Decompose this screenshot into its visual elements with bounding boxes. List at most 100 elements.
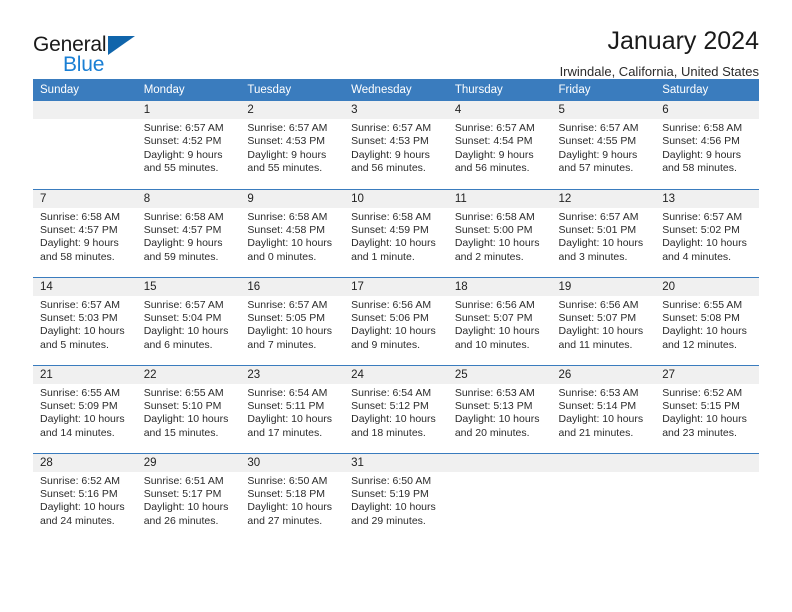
daylight-text: Daylight: 10 hours and 20 minutes. <box>454 413 540 439</box>
day-number: 23 <box>240 365 345 384</box>
brand-logo[interactable]: General Blue <box>33 26 153 76</box>
day-number: 8 <box>136 189 241 208</box>
day-number: 12 <box>551 189 656 208</box>
day-details: Sunrise: 6:58 AM Sunset: 5:00 PM Daylight:… <box>448 208 552 265</box>
calendar-day-cell[interactable]: 30 Sunrise: 6:50 AM Sunset: 5:18 PM Dayligh… <box>240 452 345 541</box>
calendar-day-cell[interactable]: 15 Sunrise: 6:57 AM Sunset: 5:04 PM Dayligh… <box>136 276 241 365</box>
calendar-day-cell[interactable]: 18 Sunrise: 6:56 AM Sunset: 5:07 PM Dayligh… <box>447 276 552 365</box>
calendar-day-cell[interactable]: 6 Sunrise: 6:58 AM Sunset: 4:56 PM Daylight… <box>655 101 759 189</box>
sunset-text: Sunset: 4:55 PM <box>558 135 637 148</box>
calendar-day-cell[interactable]: 19 Sunrise: 6:56 AM Sunset: 5:07 PM Dayligh… <box>551 276 656 365</box>
daylight-text: Daylight: 10 hours and 6 minutes. <box>143 325 229 351</box>
daylight-text: Daylight: 10 hours and 3 minutes. <box>558 237 644 263</box>
calendar-day-cell[interactable]: 22 Sunrise: 6:55 AM Sunset: 5:10 PM Dayligh… <box>136 364 241 453</box>
sunset-text: Sunset: 5:01 PM <box>558 223 637 236</box>
calendar-day-cell[interactable]: 11 Sunrise: 6:58 AM Sunset: 5:00 PM Dayligh… <box>447 188 552 277</box>
calendar-day-cell[interactable]: 8 Sunrise: 6:58 AM Sunset: 4:57 PM Daylight… <box>136 188 241 277</box>
sunrise-text: Sunrise: 6:57 AM <box>454 122 535 134</box>
daylight-text: Daylight: 9 hours and 56 minutes. <box>351 148 430 175</box>
calendar-day-cell[interactable]: 27 Sunrise: 6:52 AM Sunset: 5:15 PM Dayligh… <box>655 364 759 453</box>
sunset-text: Sunset: 5:00 PM <box>454 223 533 236</box>
day-number: 27 <box>655 365 759 384</box>
calendar-day-cell[interactable]: 24 Sunrise: 6:54 AM Sunset: 5:12 PM Dayligh… <box>344 364 448 453</box>
sunrise-text: Sunrise: 6:58 AM <box>662 122 743 134</box>
sunset-text: Sunset: 5:08 PM <box>662 311 740 324</box>
sunrise-text: Sunrise: 6:51 AM <box>143 474 224 487</box>
daylight-text: Daylight: 10 hours and 29 minutes. <box>351 501 436 527</box>
daylight-text: Daylight: 10 hours and 0 minutes. <box>247 237 333 263</box>
triangle-icon <box>108 36 135 55</box>
day-details: Sunrise: 6:57 AM Sunset: 4:55 PM Daylight:… <box>552 119 656 176</box>
calendar-day-cell[interactable]: 16 Sunrise: 6:57 AM Sunset: 5:05 PM Dayligh… <box>240 276 345 365</box>
sunrise-text: Sunrise: 6:57 AM <box>247 122 328 134</box>
calendar-body: 1 Sunrise: 6:57 AM Sunset: 4:52 PM Daylight… <box>33 101 759 541</box>
calendar-day-cell[interactable]: 29 Sunrise: 6:51 AM Sunset: 5:17 PM Dayligh… <box>136 452 241 541</box>
daylight-text: Daylight: 10 hours and 23 minutes. <box>662 413 747 439</box>
sunset-text: Sunset: 5:03 PM <box>40 311 118 324</box>
day-number <box>447 453 552 472</box>
calendar-day-cell[interactable]: 31 Sunrise: 6:50 AM Sunset: 5:19 PM Dayligh… <box>344 452 448 541</box>
day-number: 3 <box>344 101 448 119</box>
calendar-day-cell[interactable]: 1 Sunrise: 6:57 AM Sunset: 4:52 PM Daylight… <box>136 101 241 189</box>
daylight-text: Daylight: 10 hours and 27 minutes. <box>247 501 333 527</box>
day-details: Sunrise: 6:54 AM Sunset: 5:11 PM Daylight:… <box>240 384 344 441</box>
calendar-day-cell[interactable]: 7 Sunrise: 6:58 AM Sunset: 4:57 PM Daylight… <box>33 188 137 277</box>
calendar-empty-cell <box>33 101 137 189</box>
calendar-day-cell[interactable]: 26 Sunrise: 6:53 AM Sunset: 5:14 PM Dayligh… <box>551 364 656 453</box>
sunrise-text: Sunrise: 6:57 AM <box>351 122 432 134</box>
day-details: Sunrise: 6:57 AM Sunset: 5:04 PM Daylight:… <box>137 296 241 353</box>
calendar-day-cell[interactable]: 14 Sunrise: 6:57 AM Sunset: 5:03 PM Dayligh… <box>33 276 137 365</box>
calendar-day-cell[interactable]: 20 Sunrise: 6:55 AM Sunset: 5:08 PM Dayligh… <box>655 276 759 365</box>
calendar-day-cell[interactable]: 17 Sunrise: 6:56 AM Sunset: 5:06 PM Dayligh… <box>344 276 448 365</box>
daylight-text: Daylight: 10 hours and 5 minutes. <box>40 325 125 351</box>
sunrise-text: Sunrise: 6:52 AM <box>40 474 120 487</box>
day-details: Sunrise: 6:57 AM Sunset: 5:05 PM Daylight:… <box>240 296 344 353</box>
calendar-day-cell[interactable]: 13 Sunrise: 6:57 AM Sunset: 5:02 PM Dayligh… <box>655 188 759 277</box>
day-number: 22 <box>136 365 241 384</box>
day-number: 20 <box>655 277 759 296</box>
calendar-page: General Blue January 2024 Irwindale, Cal… <box>0 0 792 612</box>
weekday-header-monday: Monday <box>136 79 241 101</box>
sunrise-text: Sunrise: 6:57 AM <box>662 210 743 223</box>
calendar-day-cell[interactable]: 9 Sunrise: 6:58 AM Sunset: 4:58 PM Daylight… <box>240 188 345 277</box>
sunset-text: Sunset: 4:57 PM <box>40 223 118 236</box>
day-details: Sunrise: 6:52 AM Sunset: 5:15 PM Daylight:… <box>655 384 759 441</box>
daylight-text: Daylight: 10 hours and 26 minutes. <box>143 501 229 527</box>
calendar-day-cell[interactable]: 3 Sunrise: 6:57 AM Sunset: 4:53 PM Daylight… <box>344 101 448 189</box>
day-number: 18 <box>447 277 552 296</box>
daylight-text: Daylight: 9 hours and 59 minutes. <box>143 237 223 263</box>
calendar-day-cell[interactable]: 25 Sunrise: 6:53 AM Sunset: 5:13 PM Dayligh… <box>447 364 552 453</box>
sunrise-text: Sunrise: 6:50 AM <box>351 474 432 487</box>
calendar-day-cell[interactable]: 12 Sunrise: 6:57 AM Sunset: 5:01 PM Dayligh… <box>551 188 656 277</box>
day-details: Sunrise: 6:56 AM Sunset: 5:07 PM Daylight:… <box>448 296 552 353</box>
calendar-day-cell[interactable]: 21 Sunrise: 6:55 AM Sunset: 5:09 PM Dayligh… <box>33 364 137 453</box>
calendar-day-cell[interactable]: 4 Sunrise: 6:57 AM Sunset: 4:54 PM Daylight… <box>447 101 552 189</box>
calendar-day-cell[interactable]: 10 Sunrise: 6:58 AM Sunset: 4:59 PM Dayligh… <box>344 188 448 277</box>
calendar-day-cell[interactable]: 2 Sunrise: 6:57 AM Sunset: 4:53 PM Daylight… <box>240 101 345 189</box>
calendar-day-cell[interactable]: 28 Sunrise: 6:52 AM Sunset: 5:16 PM Dayligh… <box>33 452 137 541</box>
day-details: Sunrise: 6:51 AM Sunset: 5:17 PM Daylight:… <box>137 472 241 529</box>
daylight-text: Daylight: 10 hours and 18 minutes. <box>351 413 436 439</box>
sunrise-text: Sunrise: 6:58 AM <box>247 210 328 223</box>
day-number: 21 <box>33 365 137 384</box>
sunset-text: Sunset: 5:04 PM <box>143 311 222 324</box>
day-details: Sunrise: 6:53 AM Sunset: 5:13 PM Daylight:… <box>448 384 552 441</box>
sunrise-text: Sunrise: 6:57 AM <box>558 122 639 134</box>
daylight-text: Daylight: 10 hours and 24 minutes. <box>40 501 125 527</box>
day-details: Sunrise: 6:50 AM Sunset: 5:19 PM Daylight:… <box>344 472 448 529</box>
day-details: Sunrise: 6:53 AM Sunset: 5:14 PM Daylight:… <box>552 384 656 441</box>
daylight-text: Daylight: 10 hours and 21 minutes. <box>558 413 644 439</box>
day-number: 6 <box>655 101 759 119</box>
sunrise-text: Sunrise: 6:57 AM <box>143 298 224 311</box>
sunrise-text: Sunrise: 6:54 AM <box>247 386 328 399</box>
daylight-text: Daylight: 9 hours and 58 minutes. <box>662 148 742 175</box>
day-number: 25 <box>447 365 552 384</box>
daylight-text: Daylight: 10 hours and 2 minutes. <box>454 237 540 263</box>
day-number: 1 <box>136 101 241 119</box>
day-number: 16 <box>240 277 345 296</box>
calendar-day-cell[interactable]: 5 Sunrise: 6:57 AM Sunset: 4:55 PM Daylight… <box>551 101 656 189</box>
sunrise-text: Sunrise: 6:55 AM <box>143 386 224 399</box>
day-details: Sunrise: 6:54 AM Sunset: 5:12 PM Daylight:… <box>344 384 448 441</box>
day-details: Sunrise: 6:55 AM Sunset: 5:10 PM Daylight:… <box>137 384 241 441</box>
calendar-day-cell[interactable]: 23 Sunrise: 6:54 AM Sunset: 5:11 PM Dayligh… <box>240 364 345 453</box>
